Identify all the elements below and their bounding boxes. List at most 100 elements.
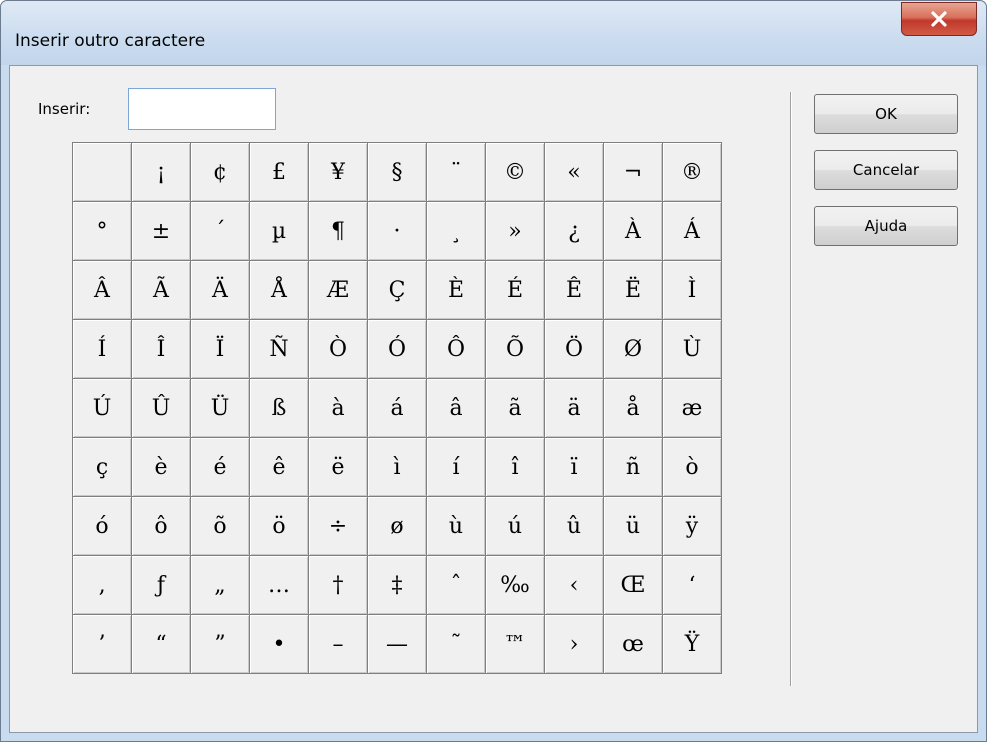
character-cell[interactable]: ›: [545, 615, 604, 674]
character-cell[interactable]: ¿: [545, 202, 604, 261]
character-cell[interactable]: µ: [250, 202, 309, 261]
character-cell[interactable]: ê: [250, 438, 309, 497]
character-cell[interactable]: Ó: [368, 320, 427, 379]
character-cell[interactable]: •: [250, 615, 309, 674]
character-cell[interactable]: û: [545, 497, 604, 556]
character-cell[interactable]: Ø: [604, 320, 663, 379]
character-cell[interactable]: á: [368, 379, 427, 438]
character-cell[interactable]: Ï: [191, 320, 250, 379]
character-cell[interactable]: õ: [191, 497, 250, 556]
character-cell[interactable]: £: [250, 143, 309, 202]
character-cell[interactable]: ¶: [309, 202, 368, 261]
character-cell[interactable]: í: [427, 438, 486, 497]
character-cell[interactable]: à: [309, 379, 368, 438]
character-cell[interactable]: Ù: [663, 320, 722, 379]
character-cell[interactable]: Á: [663, 202, 722, 261]
character-cell[interactable]: ¥: [309, 143, 368, 202]
help-button[interactable]: Ajuda: [814, 206, 958, 246]
character-cell[interactable]: ÿ: [663, 497, 722, 556]
character-cell[interactable]: ·: [368, 202, 427, 261]
character-cell[interactable]: Â: [73, 261, 132, 320]
character-cell[interactable]: å: [604, 379, 663, 438]
character-cell[interactable]: é: [191, 438, 250, 497]
character-cell[interactable]: Ü: [191, 379, 250, 438]
character-cell[interactable]: ø: [368, 497, 427, 556]
character-cell[interactable]: É: [486, 261, 545, 320]
title-bar[interactable]: Inserir outro caractere: [1, 1, 986, 65]
character-cell[interactable]: §: [368, 143, 427, 202]
character-cell[interactable]: ë: [309, 438, 368, 497]
character-cell[interactable]: Ç: [368, 261, 427, 320]
character-cell[interactable]: ±: [132, 202, 191, 261]
character-cell[interactable]: ¡: [132, 143, 191, 202]
character-cell[interactable]: Ñ: [250, 320, 309, 379]
character-cell[interactable]: Ì: [663, 261, 722, 320]
character-cell[interactable]: Ö: [545, 320, 604, 379]
character-cell[interactable]: ß: [250, 379, 309, 438]
character-cell[interactable]: “: [132, 615, 191, 674]
character-cell[interactable]: Ã: [132, 261, 191, 320]
character-cell[interactable]: ‡: [368, 556, 427, 615]
character-cell[interactable]: ®: [663, 143, 722, 202]
character-cell[interactable]: Ô: [427, 320, 486, 379]
cancel-button[interactable]: Cancelar: [814, 150, 958, 190]
character-cell[interactable]: Ÿ: [663, 615, 722, 674]
close-button[interactable]: [901, 2, 977, 36]
ok-button[interactable]: OK: [814, 94, 958, 134]
character-cell[interactable]: ä: [545, 379, 604, 438]
character-cell[interactable]: ‹: [545, 556, 604, 615]
character-cell[interactable]: Ê: [545, 261, 604, 320]
character-cell[interactable]: Û: [132, 379, 191, 438]
character-cell[interactable]: ó: [73, 497, 132, 556]
character-cell[interactable]: »: [486, 202, 545, 261]
character-cell[interactable]: ü: [604, 497, 663, 556]
character-cell[interactable]: ˜: [427, 615, 486, 674]
character-cell[interactable]: ©: [486, 143, 545, 202]
character-cell[interactable]: ï: [545, 438, 604, 497]
insert-input[interactable]: [128, 88, 276, 130]
character-cell[interactable]: Î: [132, 320, 191, 379]
character-cell[interactable]: ¸: [427, 202, 486, 261]
character-cell[interactable]: ´: [191, 202, 250, 261]
character-cell[interactable]: ú: [486, 497, 545, 556]
character-cell[interactable]: Í: [73, 320, 132, 379]
character-cell[interactable]: ö: [250, 497, 309, 556]
character-cell[interactable]: î: [486, 438, 545, 497]
character-cell[interactable]: [73, 143, 132, 202]
character-cell[interactable]: Œ: [604, 556, 663, 615]
character-cell[interactable]: æ: [663, 379, 722, 438]
character-cell[interactable]: ¨: [427, 143, 486, 202]
character-cell[interactable]: ’: [73, 615, 132, 674]
character-cell[interactable]: È: [427, 261, 486, 320]
character-cell[interactable]: œ: [604, 615, 663, 674]
character-cell[interactable]: ™: [486, 615, 545, 674]
character-cell[interactable]: …: [250, 556, 309, 615]
character-cell[interactable]: Õ: [486, 320, 545, 379]
character-cell[interactable]: ô: [132, 497, 191, 556]
character-cell[interactable]: †: [309, 556, 368, 615]
character-cell[interactable]: ñ: [604, 438, 663, 497]
character-cell[interactable]: â: [427, 379, 486, 438]
character-cell[interactable]: Ú: [73, 379, 132, 438]
character-cell[interactable]: ‚: [73, 556, 132, 615]
character-cell[interactable]: ù: [427, 497, 486, 556]
character-cell[interactable]: ‘: [663, 556, 722, 615]
character-cell[interactable]: Å: [250, 261, 309, 320]
character-cell[interactable]: —: [368, 615, 427, 674]
character-cell[interactable]: ”: [191, 615, 250, 674]
character-cell[interactable]: ˆ: [427, 556, 486, 615]
character-cell[interactable]: «: [545, 143, 604, 202]
character-cell[interactable]: ç: [73, 438, 132, 497]
character-cell[interactable]: è: [132, 438, 191, 497]
character-cell[interactable]: ì: [368, 438, 427, 497]
character-cell[interactable]: ¬: [604, 143, 663, 202]
character-cell[interactable]: ÷: [309, 497, 368, 556]
character-cell[interactable]: ƒ: [132, 556, 191, 615]
character-cell[interactable]: ¢: [191, 143, 250, 202]
character-cell[interactable]: ò: [663, 438, 722, 497]
character-cell[interactable]: „: [191, 556, 250, 615]
character-cell[interactable]: À: [604, 202, 663, 261]
character-cell[interactable]: ã: [486, 379, 545, 438]
character-cell[interactable]: –: [309, 615, 368, 674]
character-cell[interactable]: Ä: [191, 261, 250, 320]
